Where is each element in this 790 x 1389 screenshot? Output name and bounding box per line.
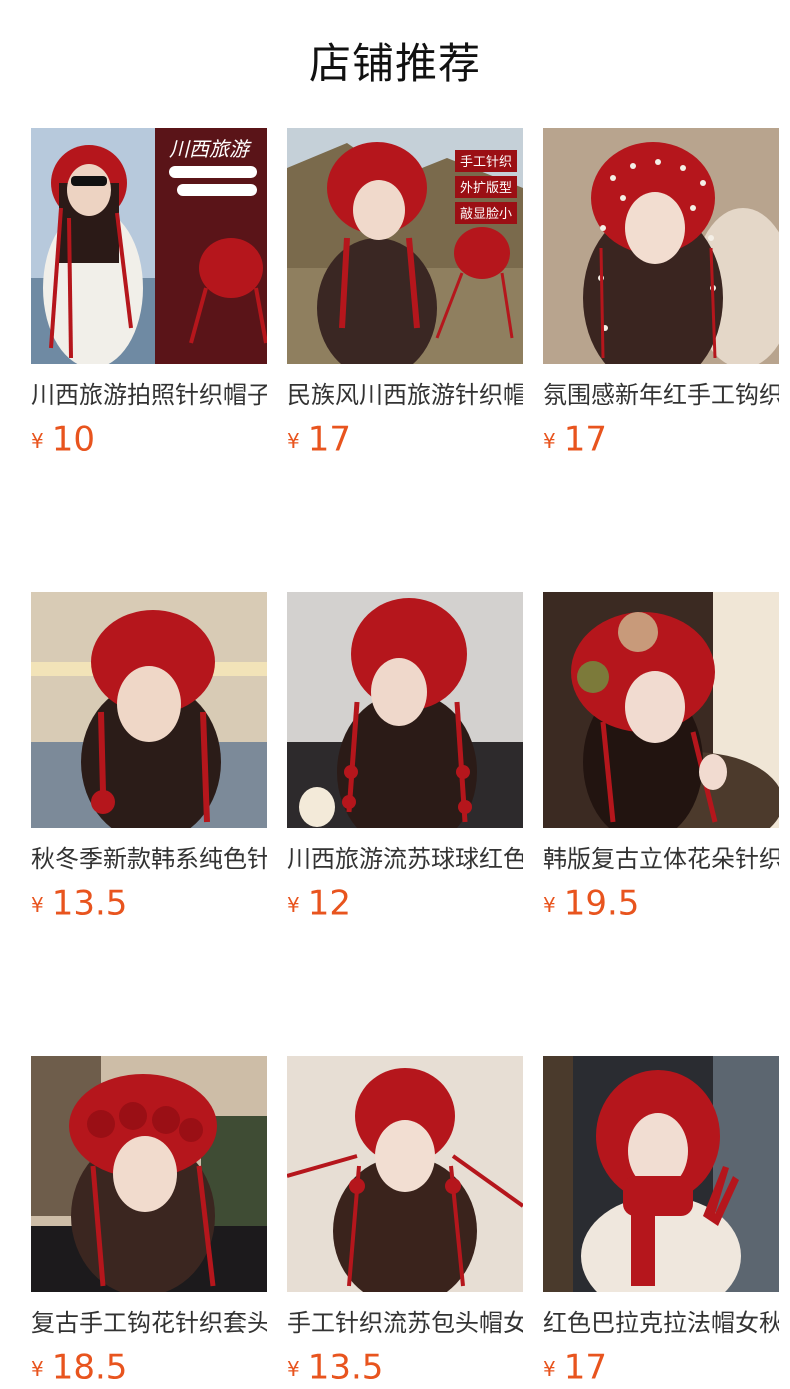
product-name[interactable]: 氛围感新年红手工钩织帽 bbox=[543, 378, 779, 412]
product-card[interactable]: 川西旅游 川西旅游拍照针织帽子女 ¥10 bbox=[31, 128, 267, 460]
product-price: 13.5 bbox=[307, 1347, 384, 1388]
product-name[interactable]: 川西旅游拍照针织帽子女 bbox=[31, 378, 267, 412]
product-photo-hat-4 bbox=[31, 592, 267, 828]
price-row: ¥17 bbox=[543, 418, 779, 460]
product-price: 17 bbox=[563, 419, 607, 460]
product-name[interactable]: 红色巴拉克拉法帽女秋冬 bbox=[543, 1306, 779, 1340]
product-photo-hat-9 bbox=[543, 1056, 779, 1292]
product-name[interactable]: 民族风川西旅游针织帽女 bbox=[287, 378, 523, 412]
product-photo-hat-7 bbox=[31, 1056, 267, 1292]
product-image[interactable] bbox=[543, 128, 779, 364]
currency-symbol: ¥ bbox=[287, 428, 300, 453]
product-price: 17 bbox=[307, 419, 351, 460]
product-name[interactable]: 韩版复古立体花朵针织帽 bbox=[543, 842, 779, 876]
product-image[interactable] bbox=[287, 592, 523, 828]
price-row: ¥13.5 bbox=[287, 1346, 523, 1388]
product-price: 18.5 bbox=[51, 1347, 128, 1388]
product-price: 17 bbox=[563, 1347, 607, 1388]
store-recommend-page: 店铺推荐 川西旅游 川西旅游拍照针织帽子 ¥ 10 手工针织 外扩版型 敲显脸小… bbox=[0, 0, 790, 1388]
product-card[interactable]: 韩版复古立体花朵针织帽 ¥19.5 bbox=[543, 592, 779, 924]
price-row: ¥12 bbox=[287, 882, 523, 924]
product-image[interactable] bbox=[543, 1056, 779, 1292]
product-card[interactable]: 手工针织流苏包头帽女冬 ¥13.5 bbox=[287, 1056, 523, 1388]
badge-text: 敲显脸小 bbox=[460, 206, 512, 222]
product-card[interactable]: 红色巴拉克拉法帽女秋冬 ¥17 bbox=[543, 1056, 779, 1388]
price-row: ¥13.5 bbox=[31, 882, 267, 924]
currency-symbol: ¥ bbox=[543, 892, 556, 917]
product-price: 12 bbox=[307, 883, 351, 924]
product-name[interactable]: 川西旅游流苏球球红色帽 bbox=[287, 842, 523, 876]
price-row: ¥17 bbox=[543, 1346, 779, 1388]
currency-symbol: ¥ bbox=[543, 1356, 556, 1381]
product-photo-hat-6 bbox=[543, 592, 779, 828]
currency-symbol: ¥ bbox=[31, 892, 44, 917]
currency-symbol: ¥ bbox=[287, 1356, 300, 1381]
price-row: ¥19.5 bbox=[543, 882, 779, 924]
product-image[interactable] bbox=[31, 1056, 267, 1292]
product-card[interactable]: 川西旅游流苏球球红色帽 ¥12 bbox=[287, 592, 523, 924]
product-name[interactable]: 复古手工钩花针织套头帽 bbox=[31, 1306, 267, 1340]
product-card[interactable]: 复古手工钩花针织套头帽 ¥18.5 bbox=[31, 1056, 267, 1388]
currency-symbol: ¥ bbox=[31, 428, 44, 453]
product-image[interactable]: 川西旅游 bbox=[31, 128, 267, 364]
product-image[interactable] bbox=[543, 592, 779, 828]
price-row: ¥10 bbox=[31, 418, 267, 460]
product-photo-hat-3 bbox=[543, 128, 779, 364]
product-grid: 川西旅游 川西旅游拍照针织帽子女 ¥10 bbox=[31, 128, 781, 1388]
price-row: ¥18.5 bbox=[31, 1346, 267, 1388]
product-image[interactable] bbox=[31, 592, 267, 828]
product-image[interactable]: 手工针织 外扩版型 敲显脸小 bbox=[287, 128, 523, 364]
product-name[interactable]: 秋冬季新款韩系纯色针织 bbox=[31, 842, 267, 876]
currency-symbol: ¥ bbox=[287, 892, 300, 917]
product-photo-hat-5 bbox=[287, 592, 523, 828]
product-price: 19.5 bbox=[563, 883, 640, 924]
product-price: 13.5 bbox=[51, 883, 128, 924]
currency-symbol: ¥ bbox=[31, 1356, 44, 1381]
price-row: ¥17 bbox=[287, 418, 523, 460]
section-title: 店铺推荐 bbox=[308, 39, 481, 88]
product-price: 10 bbox=[51, 419, 95, 460]
product-photo-hat-8 bbox=[287, 1056, 523, 1292]
product-card[interactable]: 手工针织 外扩版型 敲显脸小 民族风川西旅游针织帽女 ¥17 bbox=[287, 128, 523, 460]
product-card[interactable]: 氛围感新年红手工钩织帽 ¥17 bbox=[543, 128, 779, 460]
product-photo-hat-2: 手工针织 外扩版型 敲显脸小 bbox=[287, 128, 523, 364]
product-card[interactable]: 秋冬季新款韩系纯色针织 ¥13.5 bbox=[31, 592, 267, 924]
badge-text: 手工针织 bbox=[460, 155, 512, 170]
badge-text: 外扩版型 bbox=[460, 181, 512, 196]
banner-text: 川西旅游 bbox=[169, 137, 252, 161]
product-photo-hat-1: 川西旅游 bbox=[31, 128, 267, 364]
product-image[interactable] bbox=[287, 1056, 523, 1292]
currency-symbol: ¥ bbox=[543, 428, 556, 453]
product-name[interactable]: 手工针织流苏包头帽女冬 bbox=[287, 1306, 523, 1340]
